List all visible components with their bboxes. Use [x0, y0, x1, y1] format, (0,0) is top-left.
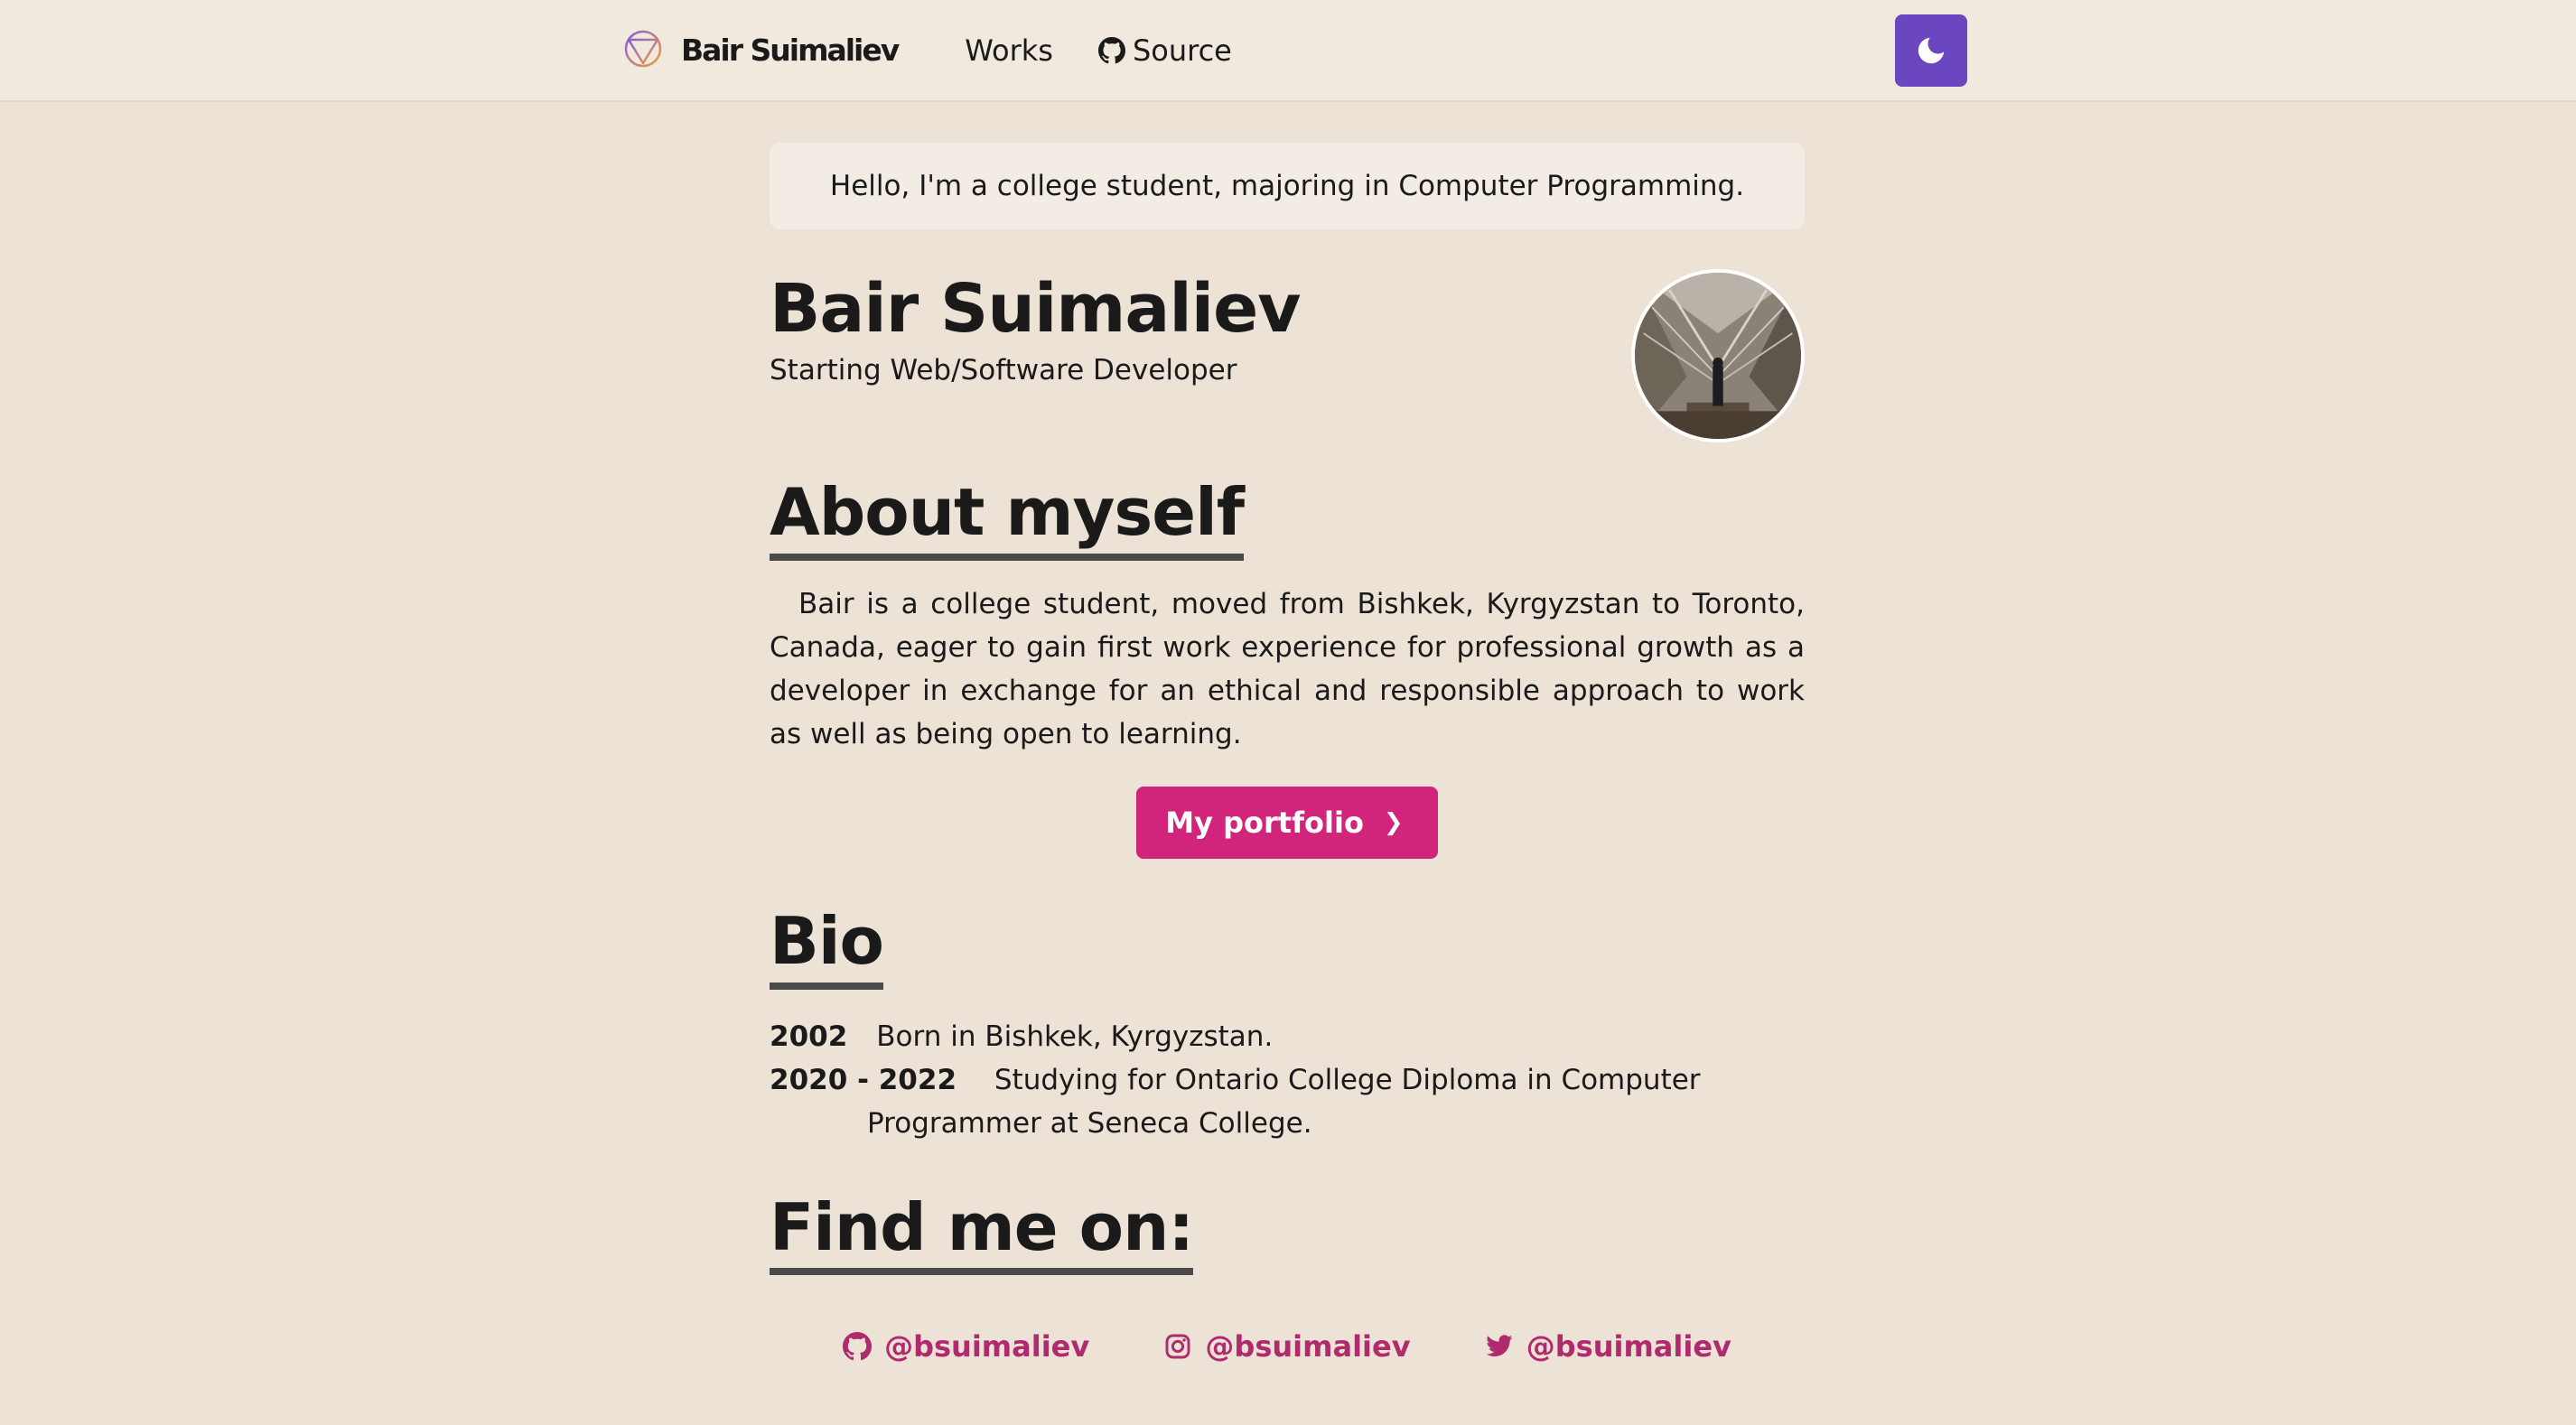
social-links: @bsuimaliev @bsuimaliev @bsuimaliev [770, 1329, 1805, 1364]
moon-icon [1918, 37, 1945, 64]
bio-year: 2020 - 2022 [770, 1063, 957, 1096]
logo-link[interactable]: Bair Suimaliev [623, 29, 900, 72]
instagram-icon [1165, 1334, 1190, 1359]
github-icon [1097, 36, 1125, 63]
portfolio-button[interactable]: My portfolio ❯ [1136, 786, 1438, 859]
github-handle: @bsuimaliev [884, 1329, 1090, 1364]
twitter-icon [1486, 1335, 1513, 1357]
nav-source-link[interactable]: Source [1097, 33, 1232, 68]
logo-triangle-icon [623, 29, 663, 72]
profile-name: Bair Suimaliev [770, 270, 1302, 348]
bio-text: Born in Bishkek, Kyrgyzstan. [876, 1020, 1274, 1053]
greeting-banner: Hello, I'm a college student, majoring i… [770, 143, 1805, 229]
nav-works-link[interactable]: Works [965, 33, 1053, 68]
github-icon [843, 1332, 873, 1361]
bio-heading: Bio [770, 903, 884, 990]
profile-role: Starting Web/Software Developer [770, 354, 1237, 387]
chevron-right-icon: ❯ [1383, 808, 1404, 836]
twitter-link[interactable]: @bsuimaliev [1485, 1329, 1731, 1364]
bio-list: 2002 Born in Bishkek, Kyrgyzstan. 2020 -… [770, 1015, 1805, 1145]
main-content: Hello, I'm a college student, majoring i… [770, 143, 1805, 1364]
about-heading: About myself [770, 475, 1245, 561]
github-link[interactable]: @bsuimaliev [843, 1329, 1089, 1364]
profile-section: Bair Suimaliev Starting Web/Software Dev… [770, 269, 1805, 453]
instagram-handle: @bsuimaliev [1205, 1329, 1411, 1364]
bio-item: 2020 - 2022 Studying for Ontario College… [770, 1058, 1805, 1145]
about-text: Bair is a college student, moved from Bi… [770, 587, 1805, 750]
theme-toggle-button[interactable] [1895, 14, 1967, 87]
nav-source-label: Source [1132, 33, 1232, 68]
bio-item: 2002 Born in Bishkek, Kyrgyzstan. [770, 1015, 1805, 1058]
twitter-handle: @bsuimaliev [1526, 1329, 1731, 1364]
navbar: Bair Suimaliev Works Source [0, 0, 2576, 102]
find-me-heading: Find me on: [770, 1189, 1194, 1276]
bio-year: 2002 [770, 1020, 848, 1053]
logo-text: Bair Suimaliev [681, 33, 900, 68]
nav-inner: Bair Suimaliev Works Source [623, 0, 1232, 100]
portfolio-wrap: My portfolio ❯ [770, 786, 1805, 859]
instagram-link[interactable]: @bsuimaliev [1163, 1329, 1411, 1364]
portfolio-button-label: My portfolio [1165, 805, 1364, 840]
bio-text: Studying for Ontario College Diploma in … [867, 1063, 1701, 1140]
avatar [1631, 269, 1805, 442]
